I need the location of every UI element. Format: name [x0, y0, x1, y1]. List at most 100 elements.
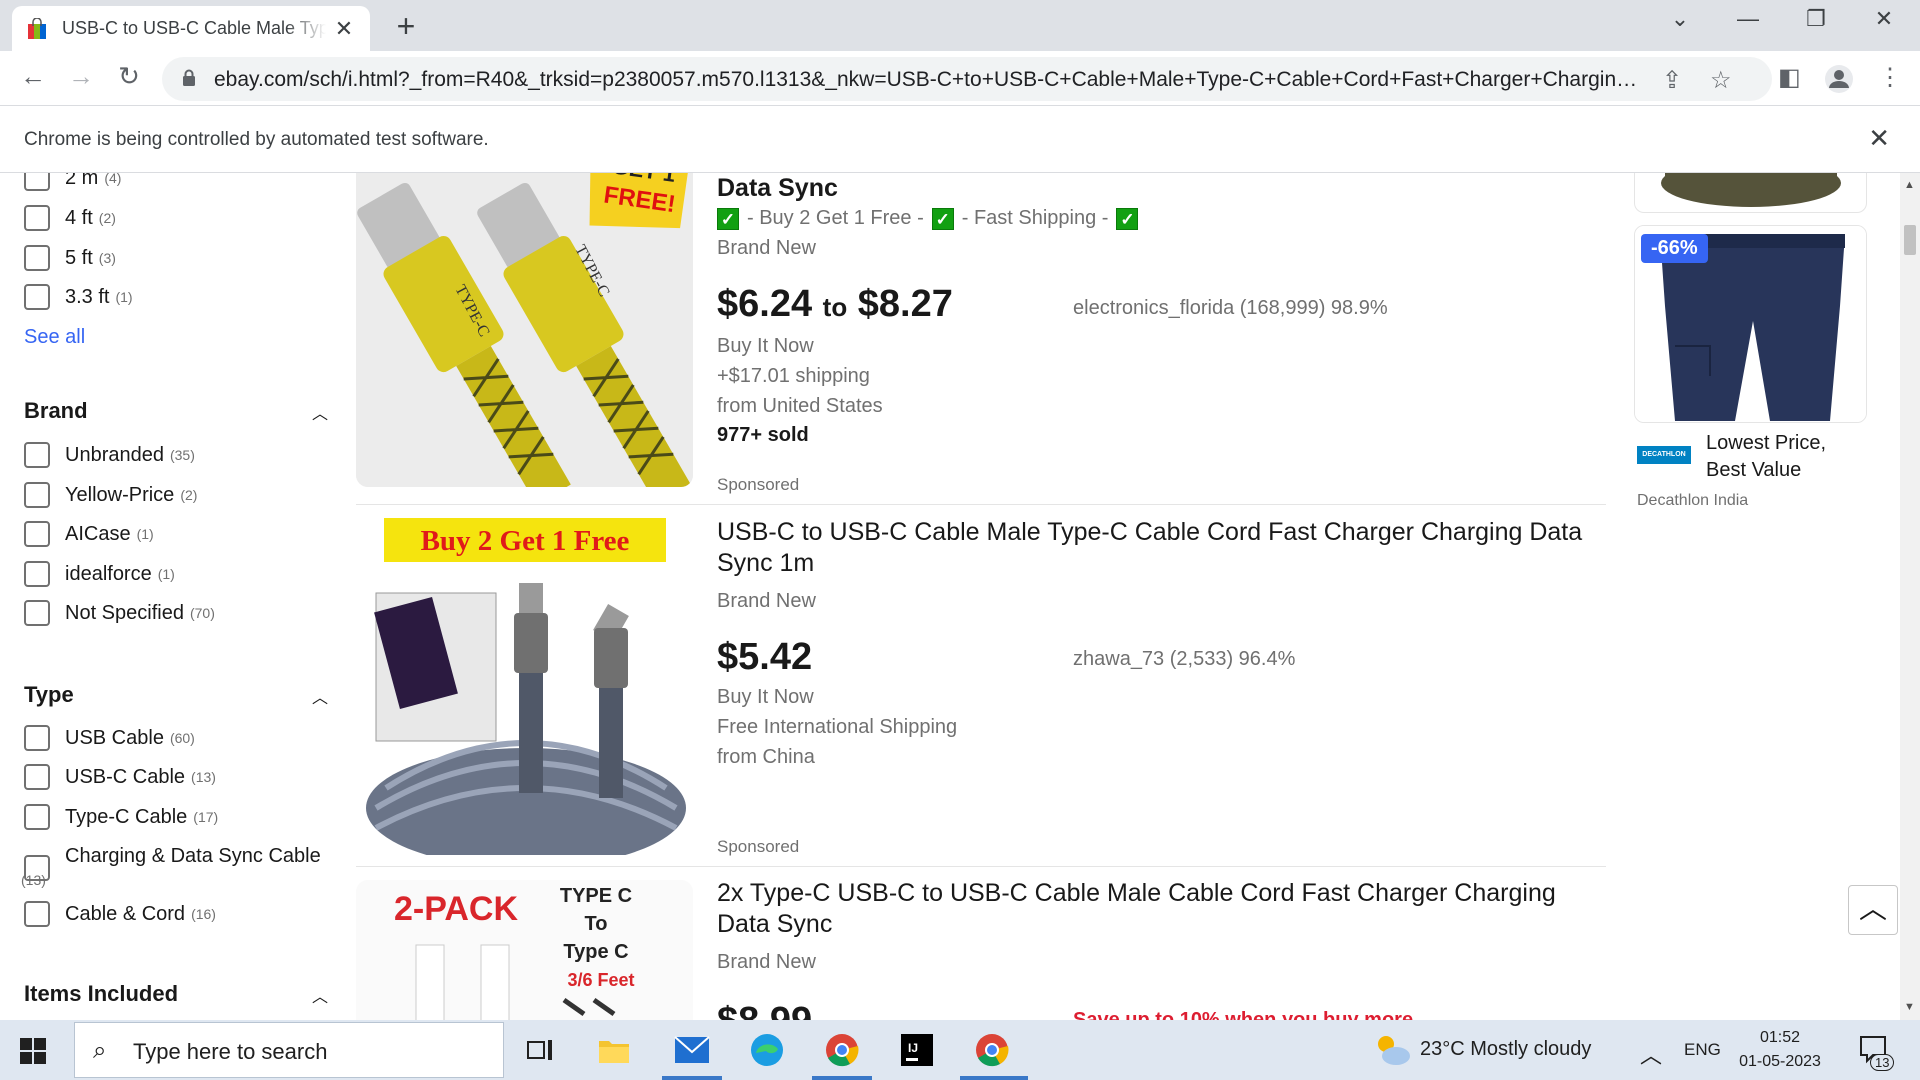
- weather-text[interactable]: 23°C Mostly cloudy: [1420, 1038, 1591, 1061]
- price-to: to: [822, 292, 848, 322]
- checkbox[interactable]: [24, 600, 50, 626]
- listing-shipping: Free International Shipping: [717, 716, 958, 738]
- checkbox[interactable]: [24, 901, 50, 927]
- filter-option-type[interactable]: Type-C Cable (17): [24, 804, 218, 830]
- back-arrow-icon[interactable]: ←: [16, 61, 50, 92]
- chevron-up-icon[interactable]: ︿: [312, 400, 328, 424]
- chevron-up-icon[interactable]: ︿: [312, 684, 328, 708]
- url-text[interactable]: ebay.com/sch/i.html?_from=R40&_trksid=p2…: [214, 68, 1644, 92]
- checkbox[interactable]: [24, 205, 50, 231]
- close-window-icon[interactable]: ✕: [1864, 6, 1904, 32]
- ad-brand[interactable]: Decathlon India: [1637, 492, 1748, 510]
- filter-option-brand[interactable]: AICase (1): [24, 521, 154, 547]
- filter-count: (2): [98, 210, 116, 226]
- chrome-icon[interactable]: [820, 1028, 864, 1072]
- checkbox[interactable]: [24, 245, 50, 271]
- listing-image[interactable]: GET 1 FREE! TYPE-C TYPE-C: [356, 173, 693, 487]
- brand-filter-heading[interactable]: Brand: [24, 398, 88, 424]
- tray-chevron-up-icon[interactable]: ︿: [1640, 1038, 1662, 1070]
- checkbox[interactable]: [24, 725, 50, 751]
- checkbox[interactable]: [24, 764, 50, 790]
- filter-option-type[interactable]: USB-C Cable (13): [24, 764, 216, 790]
- reload-icon[interactable]: ↻: [112, 61, 146, 92]
- checkbox[interactable]: [24, 804, 50, 830]
- decathlon-logo: DECATHLON: [1637, 446, 1691, 464]
- scroll-up-arrow-icon[interactable]: ▲: [1904, 179, 1915, 191]
- filter-count: (1): [115, 289, 133, 305]
- mail-icon[interactable]: [670, 1028, 714, 1072]
- file-explorer-icon[interactable]: [592, 1028, 636, 1072]
- bookmark-star-icon[interactable]: ☆: [1710, 66, 1732, 95]
- svg-text:IJ: IJ: [908, 1041, 918, 1055]
- active-indicator: [960, 1076, 1028, 1080]
- profile-avatar-icon[interactable]: [1824, 64, 1854, 94]
- see-all-link[interactable]: See all: [24, 326, 85, 349]
- filter-count: (35): [169, 447, 195, 463]
- scroll-thumb[interactable]: [1904, 225, 1916, 255]
- seller-info: electronics_florida (168,999) 98.9%: [1073, 297, 1388, 319]
- browser-tab[interactable]: USB-C to USB-C Cable Male Type-C Cable C…: [12, 6, 370, 51]
- filter-count: (1): [157, 566, 175, 582]
- side-panel-icon[interactable]: ◧: [1778, 63, 1801, 92]
- discount-badge: -66%: [1641, 234, 1708, 263]
- tab-close-icon[interactable]: ✕: [332, 16, 356, 42]
- clock[interactable]: 01:52 01-05-2023: [1736, 1026, 1824, 1074]
- menu-kebab-icon[interactable]: ⋮: [1878, 63, 1902, 92]
- scroll-down-arrow-icon[interactable]: ▼: [1904, 1001, 1915, 1013]
- listing-divider: [356, 504, 1606, 505]
- listing-title[interactable]: USB-C to USB-C Cable Male Type-C Cable C…: [717, 517, 1597, 579]
- listing-condition: Brand New: [717, 590, 816, 612]
- restore-icon[interactable]: ❐: [1796, 6, 1836, 32]
- taskbar-search-box[interactable]: ⌕ Type here to search: [74, 1022, 504, 1078]
- page-content: 2 m (4) 4 ft (2) 5 ft (3) 3.3 ft (1) See…: [0, 173, 1900, 1020]
- filter-option-brand[interactable]: Yellow-Price (2): [24, 482, 197, 508]
- listing-image[interactable]: Buy 2 Get 1 Free: [356, 518, 693, 855]
- filter-option-brand[interactable]: Not Specified (70): [24, 600, 215, 626]
- type-filter-heading[interactable]: Type: [24, 682, 74, 708]
- tab-search-chevron-icon[interactable]: ⌄: [1660, 6, 1700, 32]
- ad-text[interactable]: Lowest Price, Best Value: [1706, 430, 1866, 484]
- filter-option-brand[interactable]: Unbranded (35): [24, 442, 195, 468]
- share-icon[interactable]: ⇪: [1662, 66, 1682, 95]
- filter-option-length[interactable]: 3.3 ft (1): [24, 284, 133, 310]
- listing-image[interactable]: 2-PACK TYPE C To Type C 3/6 Feet: [356, 880, 693, 1020]
- task-view-icon[interactable]: [518, 1028, 562, 1072]
- filter-option-type[interactable]: Cable & Cord (16): [24, 901, 216, 927]
- filter-option-length[interactable]: 4 ft (2): [24, 205, 116, 231]
- filter-option-length[interactable]: 2 m (4): [24, 173, 121, 191]
- windows-taskbar: ⌕ Type here to search IJ 23°C Mostly clo…: [0, 1020, 1920, 1080]
- filter-option-type[interactable]: Charging & Data Sync Cable (13): [21, 845, 321, 891]
- checkbox[interactable]: [24, 521, 50, 547]
- chrome-active-icon[interactable]: [970, 1028, 1014, 1072]
- edge-browser-icon[interactable]: [745, 1028, 789, 1072]
- checkbox[interactable]: [24, 482, 50, 508]
- windows-start-icon[interactable]: [20, 1038, 46, 1064]
- filter-option-type[interactable]: USB Cable (60): [24, 725, 195, 751]
- filter-count: (13): [191, 769, 216, 785]
- address-bar[interactable]: ebay.com/sch/i.html?_from=R40&_trksid=p2…: [162, 57, 1772, 101]
- checkbox[interactable]: [24, 173, 50, 191]
- infobar-close-icon[interactable]: ✕: [1868, 123, 1890, 154]
- weather-cloud-icon[interactable]: [1372, 1032, 1412, 1068]
- sponsored-label: Sponsored: [717, 837, 800, 856]
- filter-label: Type-C Cable: [65, 805, 188, 828]
- items-included-filter-heading[interactable]: Items Included: [24, 981, 178, 1007]
- language-indicator[interactable]: ENG: [1684, 1040, 1721, 1060]
- back-to-top-button[interactable]: ︿: [1848, 885, 1898, 935]
- intellij-icon[interactable]: IJ: [895, 1028, 939, 1072]
- checkbox[interactable]: [24, 284, 50, 310]
- filter-option-brand[interactable]: idealforce (1): [24, 561, 175, 587]
- automation-infobar: Chrome is being controlled by automated …: [0, 107, 1920, 173]
- new-tab-button[interactable]: +: [390, 8, 422, 45]
- chevron-up-icon[interactable]: ︿: [312, 983, 328, 1007]
- grey-cable-image: Buy 2 Get 1 Free: [356, 518, 693, 855]
- checkbox[interactable]: [24, 442, 50, 468]
- checkbox[interactable]: [24, 561, 50, 587]
- filter-option-length[interactable]: 5 ft (3): [24, 245, 116, 271]
- forward-arrow-icon[interactable]: →: [64, 61, 98, 92]
- page-scrollbar[interactable]: ▲ ▼: [1900, 173, 1920, 1020]
- listing-title[interactable]: 2x Type-C USB-C to USB-C Cable Male Cabl…: [717, 878, 1597, 940]
- minimize-icon[interactable]: —: [1728, 6, 1768, 32]
- ad-card-top[interactable]: [1634, 173, 1867, 213]
- listing-title[interactable]: Data Sync: [717, 173, 1597, 204]
